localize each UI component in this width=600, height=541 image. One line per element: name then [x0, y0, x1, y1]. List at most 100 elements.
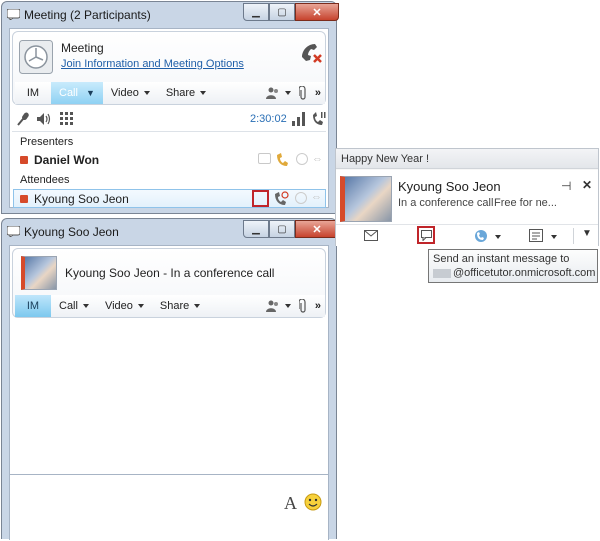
- expand-card-icon[interactable]: ▼: [582, 228, 592, 239]
- meeting-window: Meeting (2 Participants) ▁ ▢ ✕ Meeting J…: [1, 1, 339, 214]
- contact-photo: [340, 176, 392, 222]
- maximize-button[interactable]: ▢: [269, 220, 295, 238]
- presenters-heading: Presenters: [20, 136, 74, 148]
- close-icon[interactable]: ✕: [582, 178, 592, 192]
- tooltip: Send an instant message to @officetutor.…: [428, 249, 598, 283]
- contact-availability: Free for ne...: [494, 197, 557, 209]
- window-title: Meeting (2 Participants): [24, 8, 151, 22]
- contact-photo: [21, 256, 57, 290]
- dialpad-icon[interactable]: [60, 112, 73, 126]
- close-button[interactable]: ✕: [295, 3, 339, 21]
- people-icon: [265, 300, 278, 312]
- chevron-down-icon: [194, 304, 201, 308]
- presence-busy-icon: [20, 156, 28, 164]
- font-icon[interactable]: A: [284, 493, 297, 514]
- send-im-button[interactable]: [417, 226, 435, 244]
- tab-im[interactable]: IM: [15, 295, 51, 317]
- participant-row[interactable]: Kyoung Soo Jeon ⇔: [13, 189, 326, 208]
- more-options-button[interactable]: »: [311, 82, 325, 104]
- tab-call[interactable]: Call: [51, 295, 97, 317]
- message-input[interactable]: A: [12, 476, 326, 541]
- close-button[interactable]: ✕: [295, 220, 339, 238]
- message-history[interactable]: [12, 322, 326, 472]
- tab-video[interactable]: Video: [97, 295, 152, 317]
- window-title: Kyoung Soo Jeon: [24, 225, 119, 239]
- contact-actions: ▼: [336, 224, 598, 246]
- transfer-icon: ⇔: [312, 153, 323, 165]
- phone-icon[interactable]: [274, 191, 289, 206]
- signal-icon: [292, 112, 305, 126]
- minimize-button[interactable]: ▁: [243, 3, 269, 21]
- chevron-down-icon: [143, 91, 150, 95]
- conversation-titlebar[interactable]: Kyoung Soo Jeon ▁ ▢ ✕: [2, 219, 339, 245]
- join-info-link[interactable]: Join Information and Meeting Options: [61, 58, 244, 70]
- im-icon: [421, 230, 432, 241]
- call-timer: 2:30:02: [250, 113, 287, 125]
- end-call-icon[interactable]: [299, 42, 323, 64]
- contact-card-menu-icon[interactable]: [529, 229, 543, 242]
- lync-app-icon: [7, 226, 20, 237]
- tab-im-label: IM: [26, 300, 40, 312]
- people-options-button[interactable]: [262, 82, 295, 104]
- attendee-name: Kyoung Soo Jeon: [34, 192, 129, 206]
- chevron-down-icon: [200, 91, 207, 95]
- call-controls-icon[interactable]: [312, 111, 326, 126]
- meeting-logo-icon: [19, 40, 53, 74]
- paperclip-icon: [298, 86, 306, 100]
- attachment-button[interactable]: [295, 82, 311, 104]
- chevron-down-icon: [551, 235, 557, 239]
- attachment-button[interactable]: [295, 295, 311, 317]
- speaker-icon[interactable]: [36, 112, 52, 126]
- chevron-down-icon: [137, 304, 144, 308]
- tab-im[interactable]: IM: [15, 82, 51, 104]
- transfer-icon: ⇔: [311, 191, 322, 203]
- participant-row[interactable]: Daniel Won ⇔: [14, 151, 326, 169]
- contact-card: Happy New Year ! Kyoung Soo Jeon In a co…: [335, 148, 599, 246]
- window-controls: ▁ ▢ ✕: [243, 220, 339, 238]
- tab-call[interactable]: Call ▼: [51, 82, 103, 104]
- microphone-icon[interactable]: [16, 112, 30, 126]
- window-controls: ▁ ▢ ✕: [243, 3, 339, 21]
- video-icon: [296, 153, 308, 165]
- audio-controls: 2:30:02: [12, 109, 326, 131]
- tab-share[interactable]: Share: [158, 82, 214, 104]
- paperclip-icon: [298, 299, 306, 313]
- call-button-icon[interactable]: [473, 229, 488, 243]
- chevron-down-icon: [495, 235, 501, 239]
- tab-video-label: Video: [110, 87, 139, 99]
- more-label: »: [314, 300, 321, 312]
- redacted-email-prefix: [433, 268, 451, 278]
- meeting-toolbar: IM Call ▼ Video Share »: [15, 82, 325, 104]
- more-options-button[interactable]: »: [311, 295, 325, 317]
- attendees-heading: Attendees: [20, 174, 70, 186]
- people-options-button[interactable]: [262, 295, 295, 317]
- emoticon-icon[interactable]: [304, 493, 322, 511]
- conversation-header: Kyoung Soo Jeon - In a conference call I…: [12, 248, 326, 318]
- im-icon: [258, 153, 271, 164]
- meeting-body: Meeting Join Information and Meeting Opt…: [9, 28, 329, 208]
- tab-share-label: Share: [159, 300, 190, 312]
- tooltip-line2: @officetutor.onmicrosoft.com: [453, 267, 596, 279]
- conversation-toolbar: IM Call Video Share »: [15, 295, 325, 317]
- note-text: Happy New Year !: [341, 153, 430, 165]
- im-icon[interactable]: [252, 190, 269, 207]
- pin-icon[interactable]: ⊣: [561, 179, 571, 193]
- contact-status: In a conference call: [398, 197, 494, 209]
- meeting-titlebar[interactable]: Meeting (2 Participants) ▁ ▢ ✕: [2, 2, 339, 28]
- email-icon[interactable]: [364, 230, 378, 241]
- minimize-button[interactable]: ▁: [243, 220, 269, 238]
- presenter-name: Daniel Won: [34, 153, 100, 167]
- tab-share[interactable]: Share: [152, 295, 208, 317]
- lync-app-icon: [7, 9, 20, 20]
- conversation-header: Meeting Join Information and Meeting Opt…: [12, 31, 326, 105]
- tab-video-label: Video: [104, 300, 133, 312]
- people-icon: [265, 87, 278, 99]
- tab-share-label: Share: [165, 87, 196, 99]
- tab-call-label: Call: [59, 87, 78, 99]
- contact-card-body: Kyoung Soo Jeon In a conference call Fre…: [336, 170, 598, 224]
- maximize-button[interactable]: ▢: [269, 3, 295, 21]
- tooltip-line1: Send an instant message to: [433, 253, 570, 265]
- more-label: »: [314, 87, 321, 99]
- tab-video[interactable]: Video: [103, 82, 158, 104]
- video-icon: [295, 192, 307, 204]
